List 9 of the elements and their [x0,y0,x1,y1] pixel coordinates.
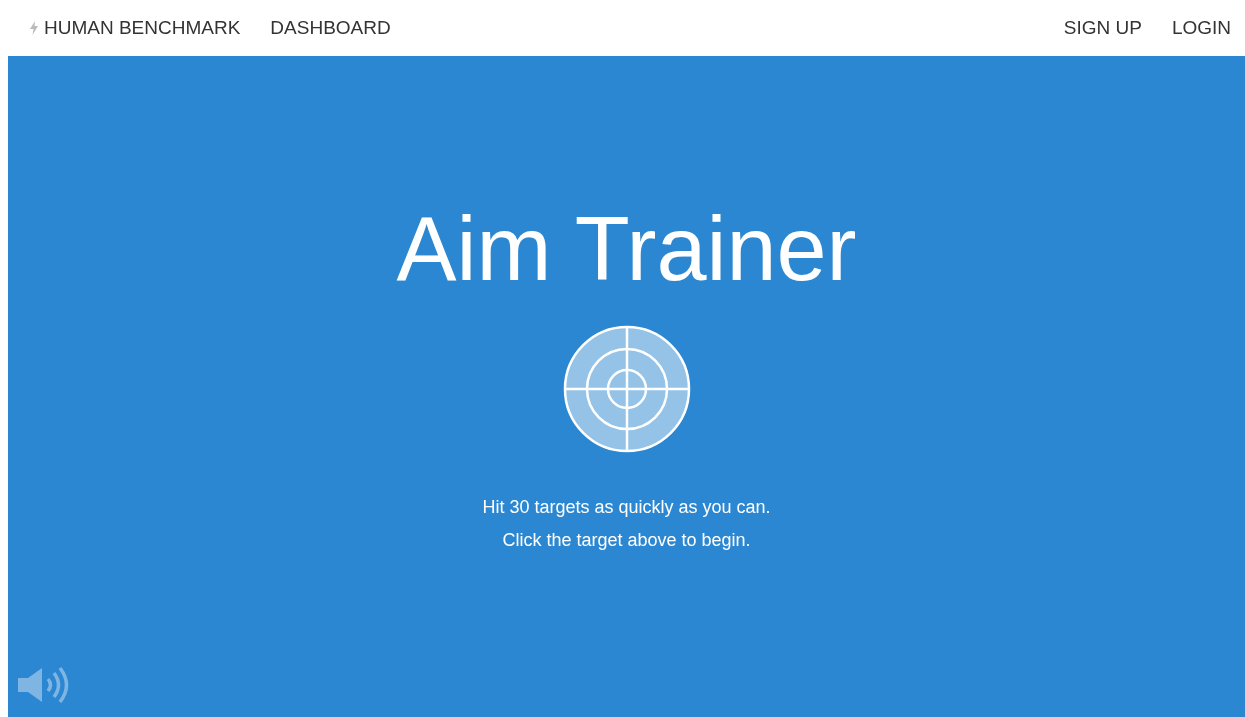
target-icon[interactable] [561,324,692,454]
home-link[interactable]: HUMAN BENCHMARK [30,17,241,39]
page-title: Aim Trainer [396,198,857,301]
nav-link[interactable]: LOGIN [1171,17,1231,39]
nav-link[interactable]: DASHBOARD [270,17,391,39]
lightning-icon [30,21,38,35]
instruction-text: Click the target above to begin. [502,529,751,552]
instruction-text: Hit 30 targets as quickly as you can. [482,496,771,519]
nav-link[interactable]: SIGN UP [1063,17,1142,39]
